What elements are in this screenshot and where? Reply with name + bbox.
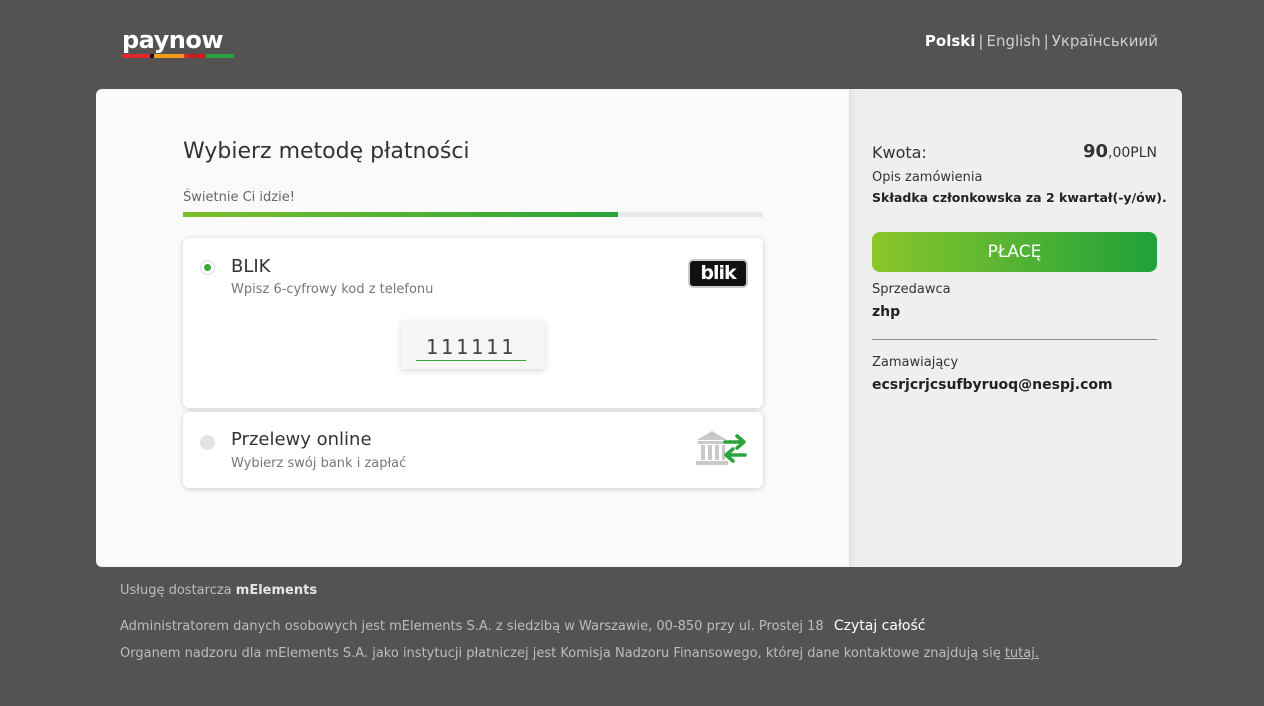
pay-button[interactable]: PŁACĘ (872, 232, 1157, 272)
supervision-contact-link[interactable]: tutaj. (1005, 646, 1039, 661)
blik-logo-icon: blik (688, 259, 748, 288)
method-title-blik: BLIK (231, 256, 271, 277)
payment-method-blik[interactable]: BLIK Wpisz 6-cyfrowy kod z telefonu blik (183, 238, 763, 408)
payment-method-panel: Wybierz metodę płatności Świetnie Ci idz… (96, 89, 850, 567)
lang-separator: | (978, 32, 984, 50)
blik-logo-text: blik (700, 262, 736, 284)
lang-ukrainian[interactable]: Українськиий (1052, 32, 1158, 50)
amount-value: 90,00PLN (1083, 141, 1157, 162)
seller-value: zhp (872, 304, 901, 320)
buyer-value: ecsrjcrjcsufbyruoq@nespj.com (872, 377, 1113, 393)
method-subtitle-blik: Wpisz 6-cyfrowy kod z telefonu (231, 282, 434, 297)
amount-currency: PLN (1130, 145, 1157, 161)
method-subtitle-bank-transfer: Wybierz swój bank i zapłać (231, 456, 407, 471)
footer-supervision: Organem nadzoru dla mElements S.A. jako … (120, 646, 1039, 661)
lang-separator: | (1043, 32, 1049, 50)
method-title-bank-transfer: Przelewy online (231, 429, 372, 450)
divider (872, 339, 1157, 340)
footer-provider-name: mElements (235, 583, 318, 598)
logo-color-bar (122, 54, 234, 58)
lang-polski[interactable]: Polski (925, 32, 976, 50)
amount-minor: ,00 (1108, 145, 1131, 161)
progress-fill (183, 212, 618, 217)
payment-method-bank-transfer[interactable]: Przelewy online Wybierz swój bank i zapł… (183, 412, 763, 488)
radio-blik[interactable] (200, 260, 215, 275)
language-switcher: Polski | English | Українськиий (925, 32, 1158, 50)
read-more-link[interactable]: Czytaj całość (834, 618, 926, 634)
order-description-label: Opis zamówienia (872, 170, 983, 185)
footer-admin: Administratorem danych osobowych jest mE… (120, 618, 926, 634)
lang-english[interactable]: English (986, 32, 1040, 50)
paynow-logo: paynow (122, 28, 234, 60)
order-summary-panel: Kwota: 90,00PLN Opis zamówienia Składka … (849, 89, 1182, 567)
blik-code-box (401, 321, 545, 369)
amount-label: Kwota: (872, 143, 927, 162)
footer-provider-prefix: Usługę dostarcza (120, 583, 232, 598)
footer-admin-text: Administratorem danych osobowych jest mE… (120, 619, 824, 634)
page-title: Wybierz metodę płatności (183, 139, 470, 164)
bank-transfer-icon (696, 431, 747, 465)
radio-bank-transfer[interactable] (200, 435, 215, 450)
footer-supervision-text: Organem nadzoru dla mElements S.A. jako … (120, 646, 1001, 661)
blik-code-input[interactable] (416, 333, 526, 361)
progress-bar (183, 212, 763, 217)
amount-major: 90 (1082, 141, 1109, 162)
footer-provider: Usługę dostarcza mElements (120, 583, 317, 598)
buyer-label: Zamawiający (872, 355, 959, 370)
order-description-value: Składka członkowska za 2 kwartał(-y/ów). (872, 190, 1167, 205)
logo-text: paynow (122, 26, 224, 54)
progress-label: Świetnie Ci idzie! (183, 190, 295, 205)
seller-label: Sprzedawca (872, 282, 951, 297)
